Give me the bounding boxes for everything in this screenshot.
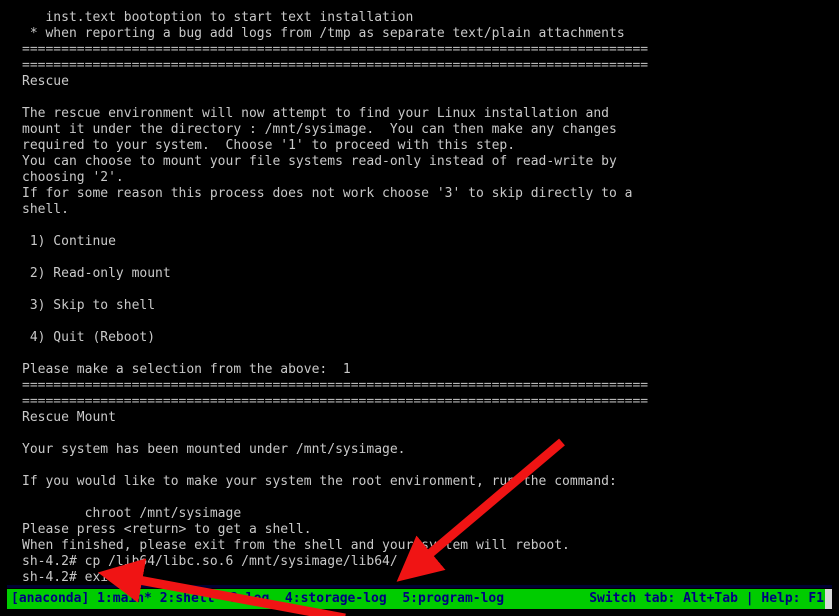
statusbar-tabs[interactable]: [anaconda] 1:main* 2:shell 3:log 4:stora… [11, 589, 504, 609]
console-line: chroot /mnt/sysimage [22, 506, 242, 521]
console-line: 3) Skip to shell [22, 298, 156, 313]
console-line: Rescue Mount [22, 410, 116, 425]
console-line: Please make a selection from the above: … [22, 362, 351, 377]
statusbar-hints: Switch tab: Alt+Tab | Help: F1 [589, 591, 824, 606]
console-line: ========================================… [22, 42, 649, 57]
console-line: required to your system. Choose '1' to p… [22, 138, 516, 153]
console-line: mount it under the directory : /mnt/sysi… [22, 122, 617, 137]
console-line: Please press <return> to get a shell. [22, 522, 312, 537]
console-line: If for some reason this process does not… [22, 186, 633, 201]
console-line: ========================================… [22, 58, 649, 73]
console-line: Your system has been mounted under /mnt/… [22, 442, 406, 457]
console-line: * when reporting a bug add logs from /tm… [22, 26, 625, 41]
console-line: ========================================… [22, 378, 649, 393]
console-line: If you would like to make your system th… [22, 474, 617, 489]
console-line: ========================================… [22, 394, 649, 409]
console-line: Rescue [22, 74, 69, 89]
statusbar-underline [7, 585, 832, 588]
text-cursor [115, 582, 124, 584]
statusbar-cursor [825, 589, 832, 609]
console-line-current-command: sh-4.2# exit [22, 570, 124, 586]
console-line: You can choose to mount your file system… [22, 154, 617, 169]
status-bar[interactable]: [anaconda] 1:main* 2:shell 3:log 4:stora… [7, 589, 832, 609]
console-line: 4) Quit (Reboot) [22, 330, 156, 345]
console-line: inst.text bootoption to start text insta… [22, 10, 414, 25]
console-line: choosing '2'. [22, 170, 124, 185]
console-line: The rescue environment will now attempt … [22, 106, 609, 121]
terminal-screen: inst.text bootoption to start text insta… [0, 0, 839, 616]
console-line: 1) Continue [22, 234, 116, 249]
console-line: 2) Read-only mount [22, 266, 171, 281]
console-output[interactable]: inst.text bootoption to start text insta… [0, 0, 839, 588]
console-line: sh-4.2# cp /lib64/libc.so.6 /mnt/sysimag… [22, 554, 398, 569]
console-line: When finished, please exit from the shel… [22, 538, 570, 553]
console-line: shell. [22, 202, 69, 217]
